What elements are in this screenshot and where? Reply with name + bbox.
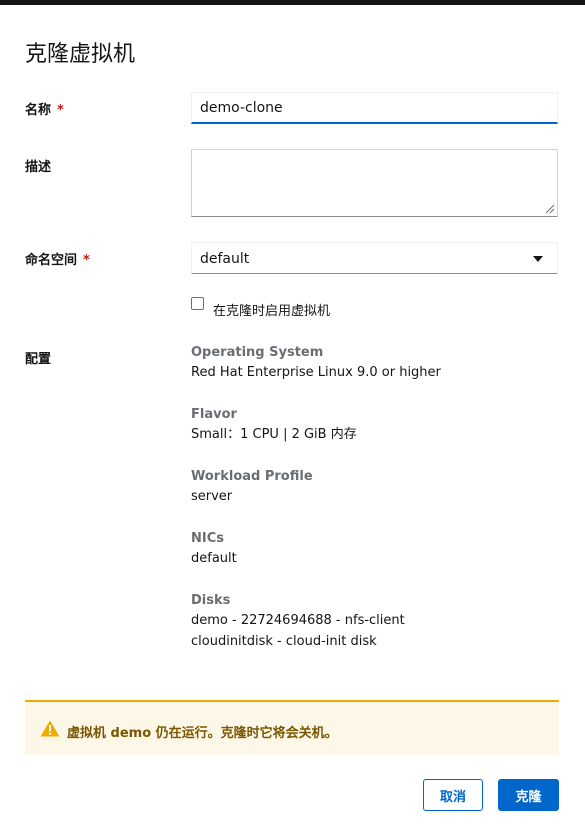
config-workload-profile: Workload Profile server (191, 468, 313, 507)
config-value: cloudinitdisk - cloud-init disk (191, 634, 377, 649)
config-term: Flavor (191, 407, 237, 422)
caret-down-icon (533, 256, 543, 262)
config-value: Red Hat Enterprise Linux 9.0 or higher (191, 365, 441, 380)
config-term: NICs (191, 531, 224, 546)
start-on-clone-label[interactable]: 在克隆时启用虚拟机 (213, 300, 330, 319)
namespace-label-text: 命名空间 (25, 253, 78, 268)
namespace-select[interactable]: default (191, 242, 558, 274)
required-mark: * (83, 253, 90, 268)
modal-title: 克隆虚拟机 (25, 42, 136, 67)
config-value: server (191, 489, 233, 504)
config-value: demo - 22724694688 - nfs-client (191, 613, 405, 628)
start-on-clone-row: 在克隆时启用虚拟机 (191, 296, 330, 319)
config-value: Small：1 CPU | 2 GiB 内存 (191, 427, 357, 442)
config-label: 配置 (25, 348, 51, 367)
name-label-text: 名称 (25, 103, 52, 118)
namespace-select-value: default (200, 251, 250, 267)
config-os: Operating System Red Hat Enterprise Linu… (191, 344, 441, 383)
cancel-button[interactable]: 取消 (423, 779, 483, 811)
clone-button[interactable]: 克隆 (498, 779, 559, 811)
resize-grip-icon[interactable] (545, 204, 555, 214)
alert-title: 虚拟机 demo 仍在运行。克隆时它将会关机。 (67, 726, 338, 741)
warning-alert: 虚拟机 demo 仍在运行。克隆时它将会关机。 (25, 700, 559, 755)
required-mark: * (57, 103, 64, 118)
config-label-text: 配置 (25, 352, 52, 367)
warning-triangle-icon (40, 720, 60, 737)
description-textarea[interactable] (191, 149, 558, 217)
name-input[interactable] (191, 92, 558, 124)
config-term: Disks (191, 593, 231, 608)
config-value: default (191, 551, 237, 566)
config-flavor: Flavor Small：1 CPU | 2 GiB 内存 (191, 406, 357, 445)
config-term: Operating System (191, 345, 324, 360)
description-label: 描述 (25, 156, 51, 175)
top-bar (0, 0, 585, 5)
name-label: 名称 * (25, 99, 64, 118)
start-on-clone-checkbox[interactable] (191, 297, 204, 310)
config-disks: Disks demo - 22724694688 - nfs-client cl… (191, 592, 405, 652)
config-nics: NICs default (191, 530, 237, 569)
config-term: Workload Profile (191, 469, 313, 484)
description-label-text: 描述 (25, 160, 52, 175)
namespace-label: 命名空间 * (25, 249, 90, 268)
